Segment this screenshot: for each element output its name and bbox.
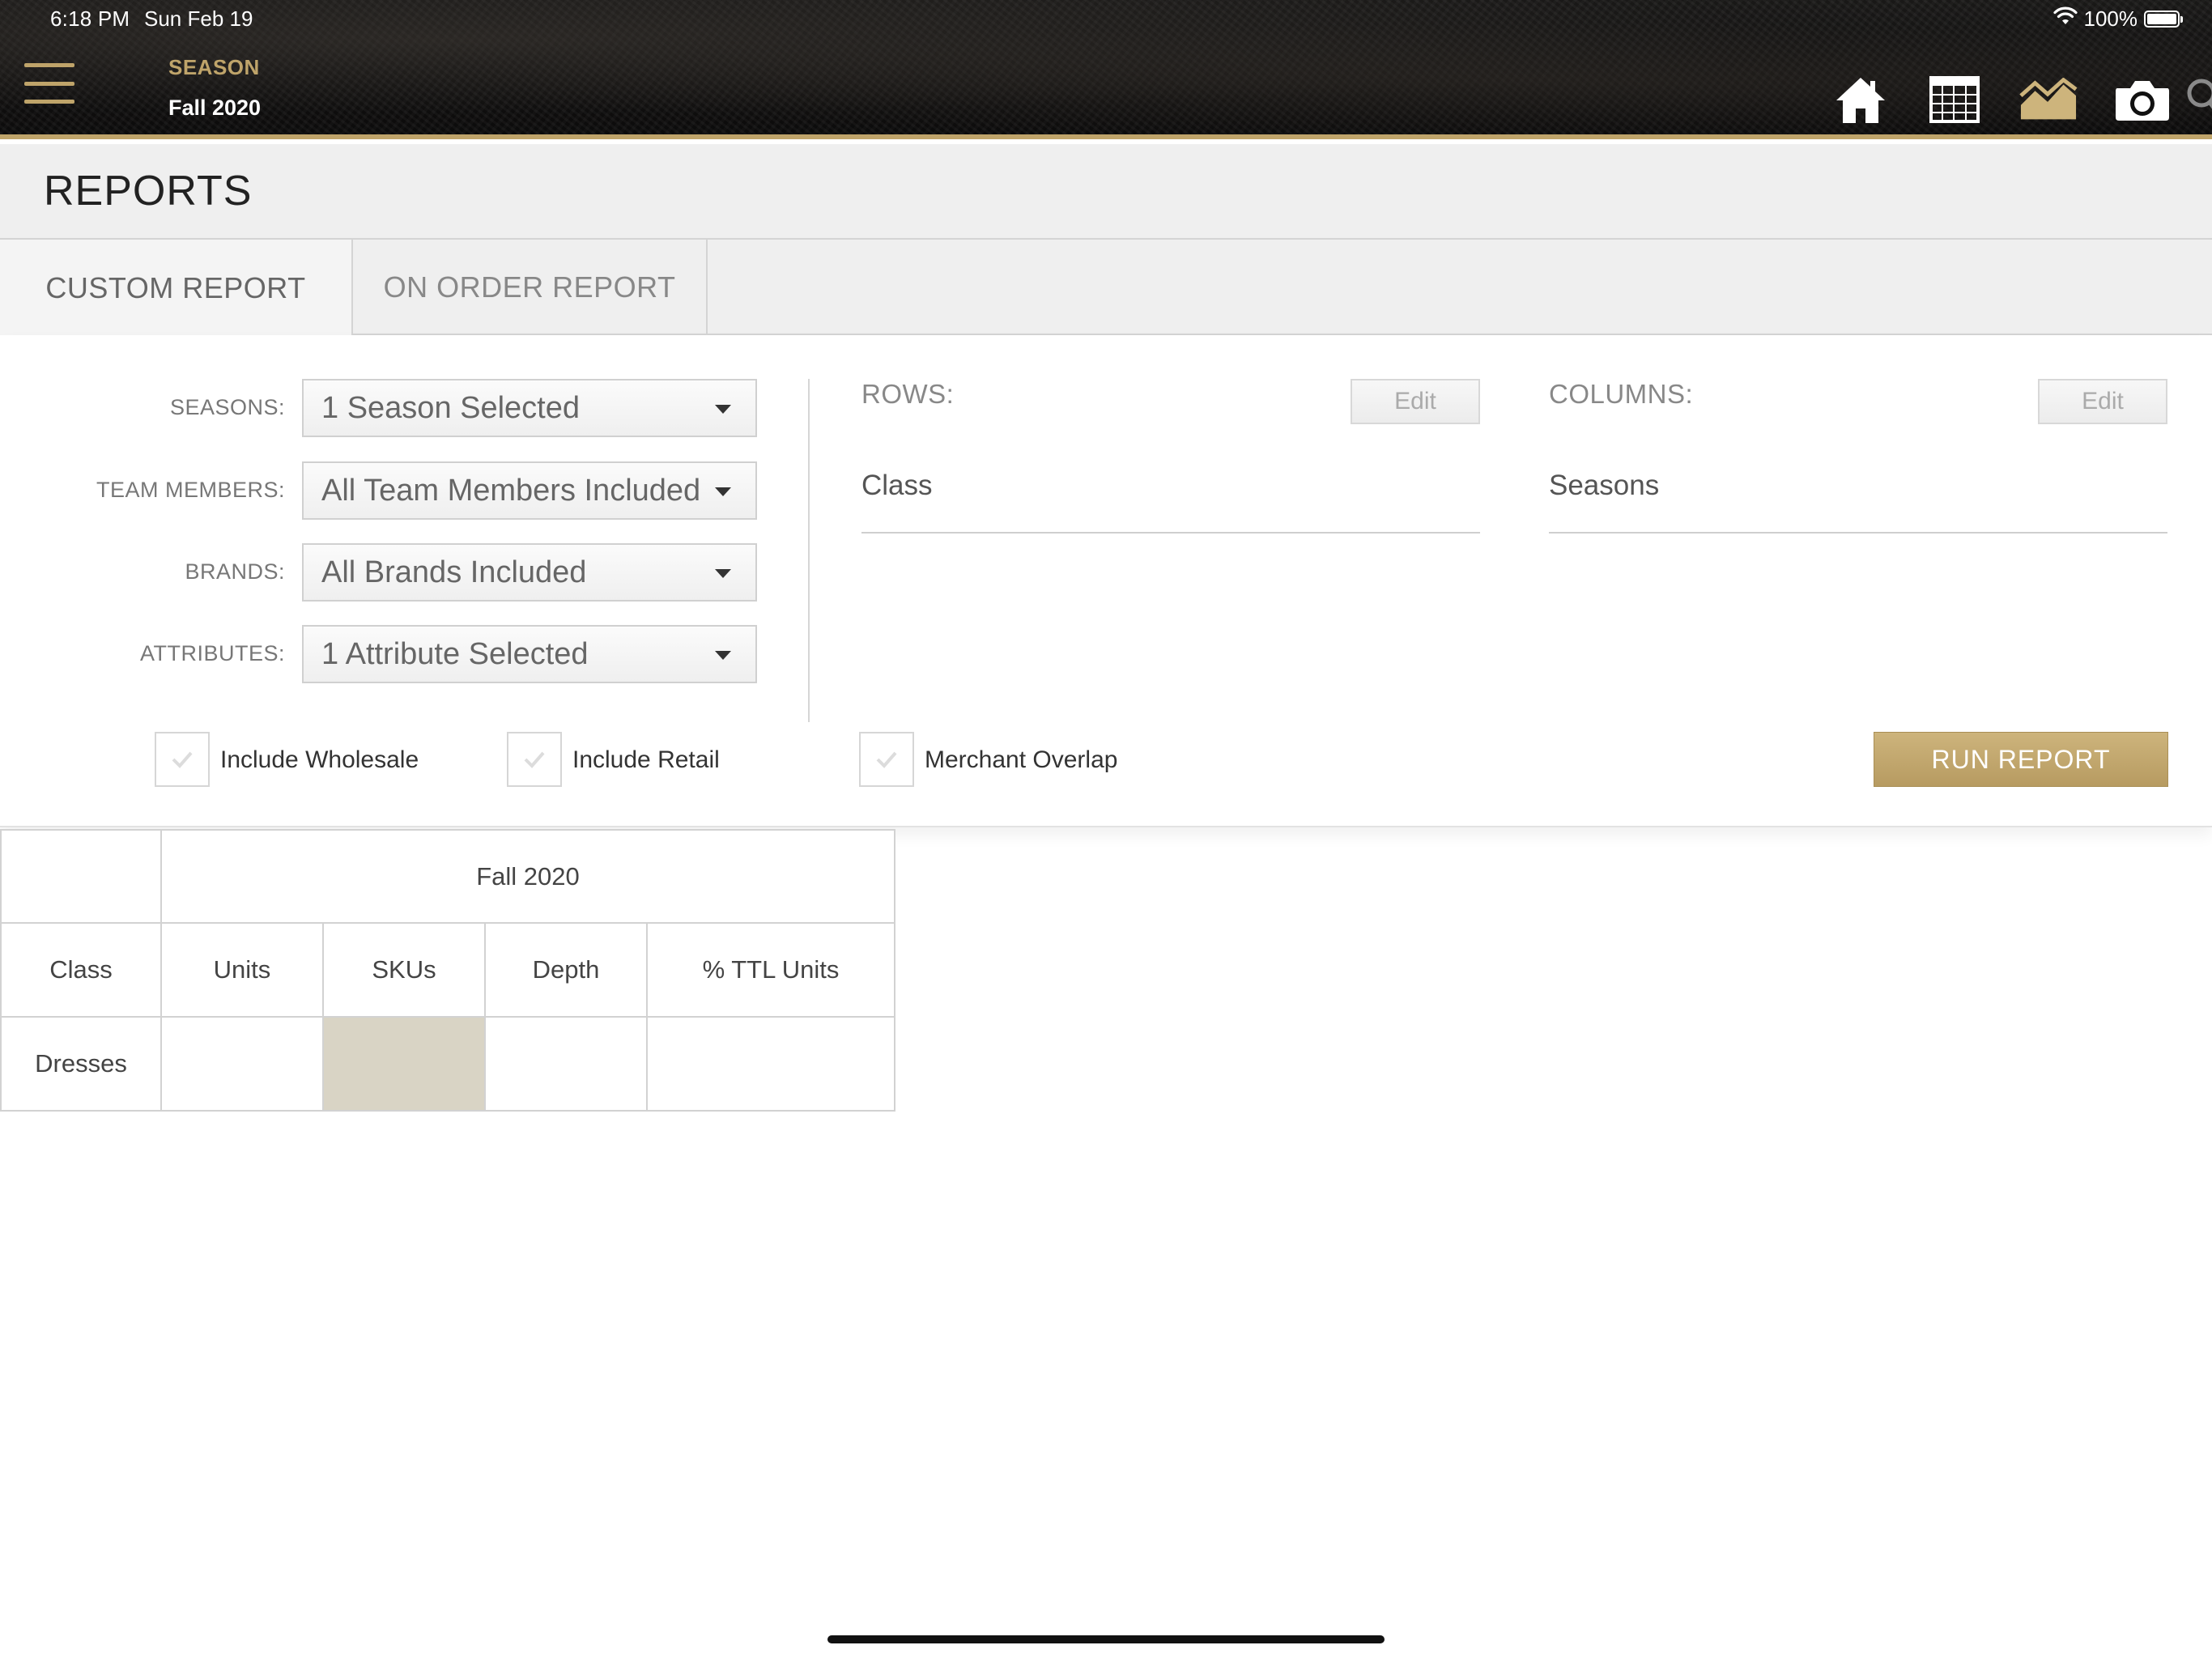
grid-icon[interactable] [1925,71,1984,128]
chevron-down-icon [715,651,731,660]
rows-edit-button[interactable]: Edit [1351,379,1480,424]
check-icon [524,751,545,768]
home-icon[interactable] [1831,71,1890,128]
title-band: REPORTS [0,144,2212,240]
merchant-overlap-checkbox[interactable] [859,732,914,787]
rows-underline [861,532,1480,534]
top-bar: 6:18 PM Sun Feb 19 100% SEASON Fall 2020 [0,0,2212,139]
rows-value: Class [861,470,933,501]
chart-icon[interactable] [2019,71,2078,128]
check-icon [172,751,193,768]
check-icon [876,751,897,768]
seasons-label: SEASONS: [169,395,285,419]
column-header-skus: SKUs [322,922,486,1018]
table-row-class: Dresses [0,1016,162,1112]
season-value[interactable]: Fall 2020 [168,96,261,121]
include-retail-checkbox[interactable] [507,732,562,787]
columns-label: COLUMNS: [1549,379,1694,409]
tab-custom-report[interactable]: CUSTOM REPORT [0,240,353,337]
team-members-select[interactable]: All Team Members Included [302,461,757,520]
search-icon[interactable] [2176,71,2212,128]
columns-value: Seasons [1549,470,1660,501]
tab-on-order-report[interactable]: ON ORDER REPORT [353,240,708,335]
brands-select-value: All Brands Included [321,555,587,589]
attributes-select-value: 1 Attribute Selected [321,636,589,671]
merchant-overlap-label[interactable]: Merchant Overlap [925,746,1117,774]
column-header-depth: Depth [484,922,648,1018]
brands-select[interactable]: All Brands Included [302,543,757,602]
hamburger-menu-icon[interactable] [24,63,74,104]
battery-percent: 100% [2083,6,2138,31]
column-header-class: Class [0,922,162,1018]
attributes-label: ATTRIBUTES: [139,641,285,665]
status-time: 6:18 PM [50,6,130,31]
camera-icon[interactable] [2113,71,2172,128]
table-cell-units [160,1016,324,1112]
column-header-units: Units [160,922,324,1018]
chevron-down-icon [715,487,731,496]
team-members-label: TEAM MEMBERS: [96,478,285,502]
include-wholesale-label[interactable]: Include Wholesale [220,746,419,774]
vertical-divider [808,379,810,722]
page-title: REPORTS [44,168,253,215]
table-corner-cell [0,829,162,924]
battery-icon [2144,11,2183,28]
rows-label: ROWS: [861,379,955,409]
columns-edit-button[interactable]: Edit [2038,379,2167,424]
report-tabs: CUSTOM REPORT ON ORDER REPORT [0,240,2212,337]
wifi-icon [2052,6,2078,32]
include-wholesale-checkbox[interactable] [155,732,210,787]
team-members-select-value: All Team Members Included [321,473,701,508]
seasons-select-value: 1 Season Selected [321,390,581,425]
chevron-down-icon [715,405,731,414]
columns-underline [1549,532,2167,534]
seasons-select[interactable]: 1 Season Selected [302,379,757,437]
column-header-pct-ttl-units: % TTL Units [646,922,895,1018]
table-cell-pct-ttl-units [646,1016,895,1112]
status-right: 100% [2052,6,2183,32]
report-config-panel: SEASONS: 1 Season Selected TEAM MEMBERS:… [0,335,2212,827]
brands-label: BRANDS: [185,559,285,584]
table-cell-skus [322,1016,486,1112]
run-report-button[interactable]: RUN REPORT [1874,732,2168,787]
season-label: SEASON [168,55,260,79]
include-retail-label[interactable]: Include Retail [572,746,720,774]
table-cell-depth [484,1016,648,1112]
chevron-down-icon [715,569,731,578]
home-indicator[interactable] [827,1635,1385,1643]
status-date: Sun Feb 19 [144,6,253,31]
attributes-select[interactable]: 1 Attribute Selected [302,625,757,683]
table-group-header: Fall 2020 [160,829,895,924]
